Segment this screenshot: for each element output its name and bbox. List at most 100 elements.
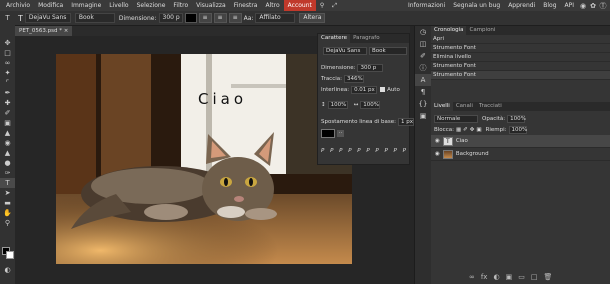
layer-mask-icon[interactable]: ▣ xyxy=(506,273,513,281)
new-layer-icon[interactable]: □ xyxy=(531,273,538,281)
opacity-input[interactable]: 100% xyxy=(507,114,526,123)
quick-mask-icon[interactable]: ◐ xyxy=(0,265,15,275)
style-select[interactable]: Book xyxy=(74,13,115,23)
brush-panel-icon[interactable]: ✐ xyxy=(415,50,431,62)
char-style-select[interactable]: Book xyxy=(369,46,407,55)
lasso-tool-icon[interactable]: ∞ xyxy=(0,58,15,68)
tab-canali[interactable]: Canali xyxy=(453,102,476,111)
stamp-tool-icon[interactable]: ▣ xyxy=(0,118,15,128)
layer-name[interactable]: Background xyxy=(456,151,489,157)
menu-filtro[interactable]: Filtro xyxy=(169,0,192,11)
superscript-button[interactable]: P xyxy=(357,148,360,154)
fill-tool-icon[interactable]: ◉ xyxy=(0,138,15,148)
paragraph-panel-icon[interactable]: ¶ xyxy=(415,86,431,98)
character-panel-icon[interactable]: A xyxy=(415,74,431,86)
facebook-icon[interactable]: Ⓣ xyxy=(598,1,608,11)
marquee-tool-icon[interactable]: □ xyxy=(0,48,15,58)
css-panel-icon[interactable]: {} xyxy=(415,98,431,110)
history-item[interactable]: Elimina livello xyxy=(431,53,610,62)
twitter-icon[interactable]: ✿ xyxy=(588,2,598,10)
link-layers-icon[interactable]: ∞ xyxy=(469,273,475,281)
lock-pixels-icon[interactable]: ✐ xyxy=(463,127,468,133)
all-caps-button[interactable]: P xyxy=(339,148,342,154)
info-panel-icon[interactable]: ⓘ xyxy=(415,62,431,74)
size-input[interactable]: 300 p xyxy=(158,13,183,23)
strikethrough-button[interactable]: P xyxy=(384,148,387,154)
color-swatch[interactable] xyxy=(184,13,197,23)
lock-all-icon[interactable]: ▣ xyxy=(476,127,481,133)
layer-effects-icon[interactable]: fx xyxy=(481,273,488,281)
lock-transparency-icon[interactable]: ▦ xyxy=(456,127,461,133)
visibility-eye-icon[interactable]: ◉ xyxy=(435,138,440,144)
char-font-select[interactable]: DejaVu Sans xyxy=(323,46,367,55)
font-select[interactable]: DejaVu Sans xyxy=(24,13,71,23)
image-panel-icon[interactable]: ▣ xyxy=(415,110,431,122)
visibility-eye-icon[interactable]: ◉ xyxy=(435,151,440,157)
canvas-image[interactable]: Ciao xyxy=(56,54,352,264)
altera-button[interactable]: Altera xyxy=(299,13,326,23)
heal-tool-icon[interactable]: ✚ xyxy=(0,98,15,108)
menu-immagine[interactable]: Immagine xyxy=(67,0,105,11)
link-apprendi[interactable]: Apprendi xyxy=(504,2,539,9)
history-item[interactable]: Strumento Font xyxy=(431,62,610,71)
history-panel-icon[interactable]: ◷ xyxy=(415,26,431,38)
menu-archivio[interactable]: Archivio xyxy=(2,0,34,11)
char-size-input[interactable]: 300 p xyxy=(357,63,384,72)
vertical-scale-input[interactable]: 100% xyxy=(327,100,348,109)
menu-modifica[interactable]: Modifica xyxy=(34,0,67,11)
align-left-icon[interactable]: ≡ xyxy=(198,13,212,23)
char-color-more-button[interactable]: ·· xyxy=(337,130,344,137)
leading-input[interactable]: 0.01 px xyxy=(351,85,378,94)
link-blog[interactable]: Blog xyxy=(539,2,560,9)
layer-row[interactable]: ◉ T Ciao xyxy=(431,135,610,148)
menu-altro[interactable]: Altro xyxy=(262,0,284,11)
char-color-swatch[interactable] xyxy=(321,129,335,138)
eraser-tool-icon[interactable]: ▲ xyxy=(0,128,15,138)
layer-row[interactable]: ◉ Background xyxy=(431,148,610,161)
link-segnala-bug[interactable]: Segnala un bug xyxy=(449,2,504,9)
tracking-input[interactable]: 346% xyxy=(343,74,364,83)
menu-visualizza[interactable]: Visualizza xyxy=(192,0,230,11)
search-icon[interactable]: ⚲ xyxy=(316,0,328,11)
text-tool-icon[interactable]: T xyxy=(0,178,15,188)
history-item[interactable]: Strumento Font xyxy=(431,71,610,80)
shape-tool-icon[interactable]: ▬ xyxy=(0,198,15,208)
subscript-button[interactable]: P xyxy=(366,148,369,154)
align-right-icon[interactable]: ≡ xyxy=(228,13,242,23)
align-center-icon[interactable]: ≡ xyxy=(213,13,227,23)
aa-select[interactable]: Affilato xyxy=(255,13,296,23)
brush-tool-icon[interactable]: ✐ xyxy=(0,108,15,118)
type-tool-top-icon[interactable]: T xyxy=(0,13,15,23)
layer-name[interactable]: Ciao xyxy=(456,138,468,144)
swatches-panel-icon[interactable]: ◫ xyxy=(415,38,431,50)
delete-layer-icon[interactable]: 🗑 xyxy=(543,273,552,281)
wand-tool-icon[interactable]: ✦ xyxy=(0,68,15,78)
auto-checkbox[interactable] xyxy=(380,87,386,92)
underline-button[interactable]: P xyxy=(375,148,378,154)
adjustment-layer-icon[interactable]: ◐ xyxy=(493,273,499,281)
background-color-swatch[interactable] xyxy=(6,251,14,259)
zoom-tool-icon[interactable]: ⚲ xyxy=(0,218,15,228)
lock-position-icon[interactable]: ✥ xyxy=(470,127,475,133)
fraction-button[interactable]: P xyxy=(403,148,406,154)
path-select-icon[interactable]: ➤ xyxy=(0,188,15,198)
small-caps-button[interactable]: P xyxy=(348,148,351,154)
tab-tracciati[interactable]: Tracciati xyxy=(476,102,505,111)
menu-livello[interactable]: Livello xyxy=(105,0,132,11)
faux-italic-button[interactable]: P xyxy=(330,148,333,154)
link-api[interactable]: API xyxy=(561,2,579,9)
crop-tool-icon[interactable]: ⌜ xyxy=(0,78,15,88)
tab-campioni[interactable]: Campioni xyxy=(466,26,498,35)
fill-input[interactable]: 100% xyxy=(508,125,527,134)
menu-account[interactable]: Account xyxy=(283,0,316,11)
dodge-tool-icon[interactable]: ● xyxy=(0,158,15,168)
pen-tool-icon[interactable]: ✑ xyxy=(0,168,15,178)
horizontal-scale-input[interactable]: 100% xyxy=(360,100,381,109)
link-informazioni[interactable]: Informazioni xyxy=(404,2,449,9)
canvas-text-ciao[interactable]: Ciao xyxy=(198,90,247,108)
document-tab[interactable]: PET_0563.psd * × xyxy=(15,26,73,36)
ligature-button[interactable]: P xyxy=(394,148,397,154)
hand-tool-icon[interactable]: ✋ xyxy=(0,208,15,218)
baseline-input[interactable]: 1 px xyxy=(398,117,415,126)
tab-livelli[interactable]: Livelli xyxy=(431,102,453,111)
